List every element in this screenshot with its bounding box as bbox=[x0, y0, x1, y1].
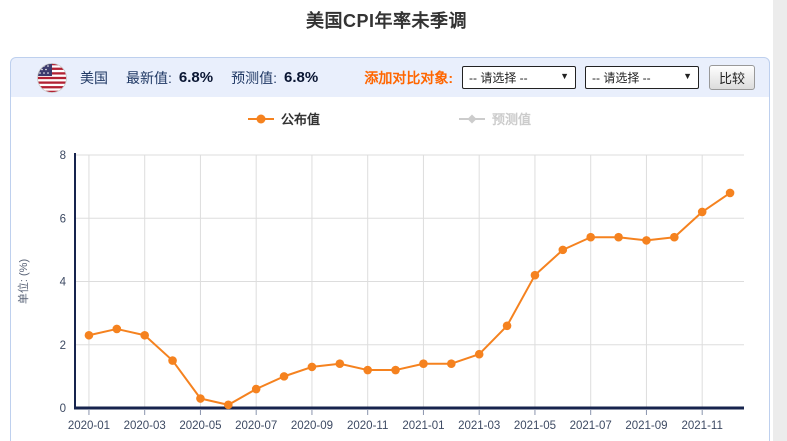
compare-select-1-wrap: -- 请选择 -- bbox=[462, 66, 576, 89]
add-compare-label: 添加对比对象: bbox=[364, 68, 453, 88]
svg-text:2021-09: 2021-09 bbox=[625, 420, 667, 432]
svg-text:单位: (%): 单位: (%) bbox=[16, 259, 30, 304]
svg-text:2020-11: 2020-11 bbox=[347, 420, 388, 432]
svg-text:2021-11: 2021-11 bbox=[682, 420, 723, 432]
svg-text:8: 8 bbox=[60, 150, 66, 162]
svg-text:2: 2 bbox=[60, 340, 66, 352]
svg-text:2020-03: 2020-03 bbox=[124, 420, 166, 432]
svg-text:2021-07: 2021-07 bbox=[570, 420, 612, 432]
info-bar: 美国 最新值: 6.8% 预测值: 6.8% 添加对比对象: -- 请选择 --… bbox=[10, 57, 770, 98]
svg-text:2021-01: 2021-01 bbox=[402, 420, 444, 432]
compare-button[interactable]: 比较 bbox=[709, 65, 755, 90]
chart-container: 公布值 预测值 2020-012020-032020-052020-072020… bbox=[10, 97, 770, 441]
compare-select-2-wrap: -- 请选择 -- bbox=[585, 66, 699, 89]
svg-text:0: 0 bbox=[60, 403, 66, 415]
svg-text:2020-07: 2020-07 bbox=[235, 420, 277, 432]
us-flag-icon bbox=[37, 63, 67, 93]
cpi-line-chart: 2020-01 2020-03 2020-05 2020-07 2020-09 2020-… bbox=[11, 97, 767, 440]
svg-text:2021-05: 2021-05 bbox=[514, 420, 556, 432]
compare-select-2[interactable]: -- 请选择 -- bbox=[585, 66, 699, 89]
svg-text:2020-09: 2020-09 bbox=[291, 420, 333, 432]
scrollbar[interactable] bbox=[773, 0, 787, 441]
svg-text:2021-03: 2021-03 bbox=[458, 420, 500, 432]
forecast-value: 6.8% bbox=[284, 69, 318, 86]
svg-text:2020-01: 2020-01 bbox=[68, 420, 110, 432]
latest-value: 6.8% bbox=[179, 69, 213, 86]
latest-value-label: 最新值: bbox=[126, 68, 172, 88]
svg-text:6: 6 bbox=[60, 213, 66, 225]
svg-text:4: 4 bbox=[60, 277, 67, 289]
compare-select-1[interactable]: -- 请选择 -- bbox=[462, 66, 576, 89]
page-title: 美国CPI年率未季调 bbox=[0, 7, 773, 33]
svg-text:2020-05: 2020-05 bbox=[179, 420, 221, 432]
country-label: 美国 bbox=[80, 68, 108, 88]
forecast-value-label: 预测值: bbox=[231, 68, 277, 88]
